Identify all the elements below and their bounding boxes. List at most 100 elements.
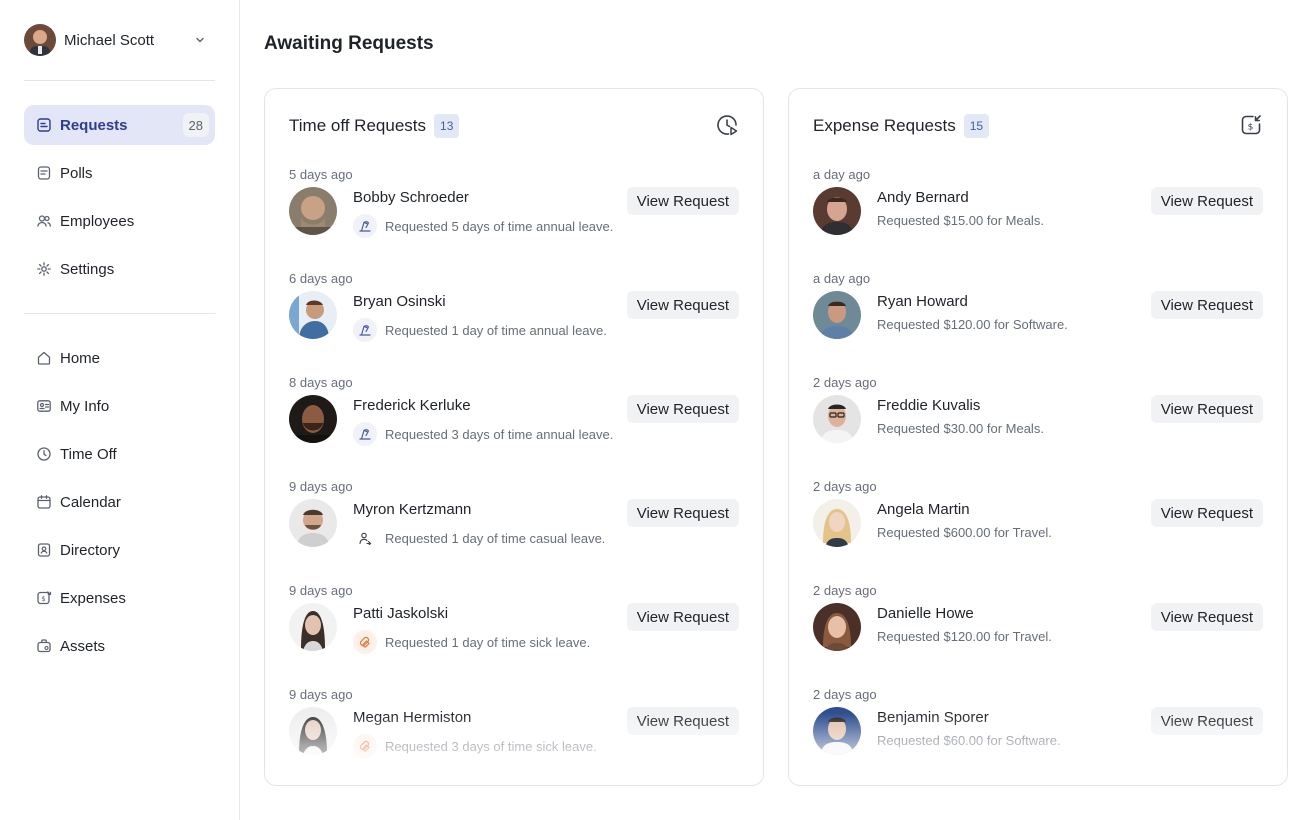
card-title: Time off Requests (289, 116, 427, 135)
view-request-button[interactable]: View Request (626, 395, 739, 423)
calendar-icon (37, 495, 51, 509)
annual-leave-icon (353, 214, 377, 238)
sidebar-item-requests[interactable]: Requests 28 (24, 105, 215, 145)
sidebar-item-label: My Info (60, 397, 110, 415)
request-description: Requested $30.00 for Meals. (877, 421, 1044, 436)
view-request-button[interactable]: View Request (1150, 499, 1263, 527)
sidebar-item-directory[interactable]: Directory (24, 530, 215, 570)
sick-leave-icon (353, 630, 377, 654)
view-request-button[interactable]: View Request (626, 603, 739, 631)
user-menu[interactable]: Michael Scott (24, 24, 214, 56)
request-detail: Requested 3 days of time annual leave. (353, 422, 613, 446)
expense-request-row: a day ago Ryan Howard Requested $120.00 … (813, 271, 1263, 361)
request-time: 9 days ago (289, 583, 353, 598)
annual-leave-icon (353, 318, 377, 342)
briefcase-icon (37, 639, 51, 653)
sidebar-item-time-off[interactable]: Time Off (24, 434, 215, 474)
request-description: Requested 5 days of time annual leave. (385, 218, 614, 234)
request-description: Requested 3 days of time sick leave. (385, 738, 597, 754)
chevron-down-icon (196, 37, 204, 43)
sidebar-item-label: Employees (60, 212, 135, 230)
view-request-button[interactable]: View Request (1150, 187, 1263, 215)
sidebar-item-label: Requests (60, 116, 128, 134)
timeoff-requests-card: Time off Requests 13 5 days ago Bobby Sc… (264, 88, 764, 786)
request-description: Requested $15.00 for Meals. (877, 213, 1044, 228)
sidebar-item-settings[interactable]: Settings (24, 249, 215, 289)
sidebar-item-employees[interactable]: Employees (24, 201, 215, 241)
requests-count-badge: 28 (182, 113, 209, 137)
expense-request-row: 2 days ago Danielle Howe Requested $120.… (813, 583, 1263, 673)
request-time: 2 days ago (813, 375, 877, 390)
avatar (813, 499, 861, 547)
sidebar-item-my-info[interactable]: My Info (24, 386, 215, 426)
card-title: Expense Requests (813, 116, 956, 135)
view-request-button[interactable]: View Request (626, 291, 739, 319)
sidebar-item-home[interactable]: Home (24, 338, 215, 378)
sidebar-item-label: Polls (60, 164, 93, 182)
view-request-button[interactable]: View Request (626, 707, 739, 735)
request-detail: Requested 1 day of time sick leave. (353, 630, 590, 654)
page-title: Awaiting Requests (264, 33, 434, 54)
expense-request-row: 2 days ago Angela Martin Requested $600.… (813, 479, 1263, 569)
sidebar-item-label: Assets (60, 637, 106, 655)
request-description: Requested $120.00 for Travel. (877, 629, 1052, 644)
user-avatar (24, 24, 56, 56)
request-time: 8 days ago (289, 375, 353, 390)
view-request-button[interactable]: View Request (626, 499, 739, 527)
sidebar-item-polls[interactable]: Polls (24, 153, 215, 193)
request-description: Requested 1 day of time sick leave. (385, 634, 591, 650)
card-header: Expense Requests 15 $ (813, 113, 1263, 139)
directory-icon (37, 543, 51, 557)
sidebar-item-calendar[interactable]: Calendar (24, 482, 215, 522)
timeoff-request-row: 6 days ago Bryan Osinski Requested 1 day… (289, 271, 739, 361)
view-request-button[interactable]: View Request (1150, 291, 1263, 319)
requester-name: Andy Bernard (877, 189, 969, 206)
view-request-button[interactable]: View Request (1150, 707, 1263, 735)
clock-play-icon[interactable] (715, 113, 739, 137)
sidebar-item-label: Calendar (60, 493, 121, 511)
request-time: 2 days ago (813, 479, 877, 494)
avatar (813, 395, 861, 443)
sidebar-item-label: Home (60, 349, 101, 367)
view-request-button[interactable]: View Request (626, 187, 739, 215)
view-request-button[interactable]: View Request (1150, 603, 1263, 631)
expense-requests-card: Expense Requests 15 $ a day ago Andy Ber… (788, 88, 1288, 786)
avatar (289, 291, 337, 339)
view-request-button[interactable]: View Request (1150, 395, 1263, 423)
sidebar-divider (24, 80, 215, 81)
request-detail: Requested 5 days of time annual leave. (353, 214, 613, 238)
svg-text:$: $ (1248, 123, 1254, 133)
requester-name: Ryan Howard (877, 293, 968, 310)
timeoff-request-row: 8 days ago Frederick Kerluke Requested 3… (289, 375, 739, 465)
requester-name: Benjamin Sporer (877, 709, 989, 726)
request-time: 2 days ago (813, 687, 877, 702)
timeoff-request-row: 9 days ago Patti Jaskolski Requested 1 d… (289, 583, 739, 673)
requester-name: Patti Jaskolski (353, 605, 449, 622)
sidebar-item-assets[interactable]: Assets (24, 626, 215, 666)
expense-request-row: 2 days ago Benjamin Sporer Requested $60… (813, 687, 1263, 777)
request-time: a day ago (813, 167, 871, 182)
request-time: 2 days ago (813, 583, 877, 598)
casual-leave-icon (353, 526, 377, 550)
avatar (289, 187, 337, 235)
sidebar-item-expenses[interactable]: $ Expenses (24, 578, 215, 618)
request-description: Requested 1 day of time annual leave. (385, 322, 607, 338)
expense-icon: $ (37, 591, 52, 605)
home-icon (37, 351, 51, 365)
timeoff-request-row: 9 days ago Myron Kertzmann Requested 1 d… (289, 479, 739, 569)
requester-name: Angela Martin (877, 501, 970, 518)
request-time: 9 days ago (289, 479, 353, 494)
requester-name: Myron Kertzmann (353, 501, 472, 518)
request-time: a day ago (813, 271, 871, 286)
timeoff-request-row: 9 days ago Megan Hermiston Requested 3 d… (289, 687, 739, 777)
requester-name: Bryan Osinski (353, 293, 446, 310)
avatar (289, 395, 337, 443)
card-header: Time off Requests 13 (289, 113, 739, 139)
request-description: Requested $60.00 for Software. (877, 733, 1061, 748)
avatar (289, 707, 337, 755)
expense-request-row: 2 days ago Freddie Kuvalis Requested $30… (813, 375, 1263, 465)
polls-icon (37, 166, 51, 180)
request-detail: Requested 1 day of time casual leave. (353, 526, 605, 550)
sidebar-item-label: Time Off (60, 445, 117, 463)
expense-download-icon[interactable]: $ (1239, 113, 1263, 137)
